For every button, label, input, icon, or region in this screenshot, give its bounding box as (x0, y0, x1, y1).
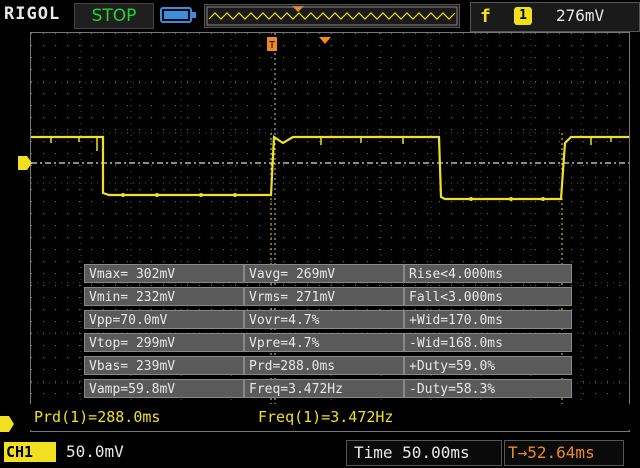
measurement-row: Vbas= 239mV Prd=288.0ms +Duty=59.0% (84, 356, 572, 375)
measurement-cell: +Wid=170.0ms (404, 310, 572, 329)
measurement-cell: Prd=288.0ms (244, 356, 404, 375)
measurement-cell: Vmax= 302mV (84, 264, 244, 283)
measurement-cell: Vamp=59.8mV (84, 379, 244, 398)
measurement-cell: Vavg= 269mV (244, 264, 404, 283)
brand-logo: RIGOL (4, 4, 61, 24)
waveform-memory-strip[interactable] (204, 4, 460, 28)
measurement-cell: Vpp=70.0mV (84, 310, 244, 329)
measurement-row: Vpp=70.0mV Vovr=4.7% +Wid=170.0ms (84, 310, 572, 329)
measurement-cell: Vbas= 239mV (84, 356, 244, 375)
ch1-offset-marker[interactable] (0, 416, 14, 432)
memory-zigzag (208, 12, 456, 20)
measurement-row: Vmin= 232mV Vrms= 271mV Fall<3.000ms (84, 287, 572, 306)
measurement-cell: Fall<3.000ms (404, 287, 572, 306)
measurement-cell: Vrms= 271mV (244, 287, 404, 306)
measurement-row: Vamp=59.8mV Freq=3.472Hz -Duty=58.3% (84, 379, 572, 398)
measurement-cell: -Wid=168.0ms (404, 333, 572, 352)
run-stop-status[interactable]: STOP (74, 3, 154, 29)
measurement-cell: +Duty=59.0% (404, 356, 572, 375)
measurement-cell: Vpre=4.7% (244, 333, 404, 352)
trigger-channel-badge: 1 (514, 7, 532, 25)
measurement-row: Vtop= 299mV Vpre=4.7% -Wid=168.0ms (84, 333, 572, 352)
measurement-cell: Rise<4.000ms (404, 264, 572, 283)
measurement-cell: Freq=3.472Hz (244, 379, 404, 398)
measurement-cell: -Duty=58.3% (404, 379, 572, 398)
ch1-ground-marker[interactable] (18, 156, 32, 170)
trigger-position-marker[interactable]: T (267, 37, 277, 51)
trigger-level-value: 276mV (556, 6, 605, 25)
measurement-cell: Vovr=4.7% (244, 310, 404, 329)
measurement-table: Vmax= 302mV Vavg= 269mV Rise<4.000ms Vmi… (84, 264, 572, 400)
battery-icon (160, 7, 196, 23)
measurement-row: Vmax= 302mV Vavg= 269mV Rise<4.000ms (84, 264, 572, 283)
frequency-readout: Freq(1)=3.472Hz (258, 408, 394, 426)
svg-text:T: T (269, 40, 275, 51)
period-readout: Prd(1)=288.0ms (34, 408, 161, 426)
ch1-vertical-scale[interactable]: 50.0mV (66, 442, 124, 461)
trigger-position-value: T→52.64ms (508, 443, 595, 462)
ch1-label[interactable]: CH1 (4, 442, 56, 462)
memory-overview (206, 6, 458, 26)
timebase-value: Time 50.00ms (354, 443, 470, 462)
trigger-edge-icon: f (480, 6, 491, 27)
measurement-cell: Vmin= 232mV (84, 287, 244, 306)
trigger-info-panel[interactable] (470, 2, 640, 32)
measurement-cell: Vtop= 299mV (84, 333, 244, 352)
measurement-status-line: Prd(1)=288.0ms Freq(1)=3.472Hz (30, 404, 630, 430)
